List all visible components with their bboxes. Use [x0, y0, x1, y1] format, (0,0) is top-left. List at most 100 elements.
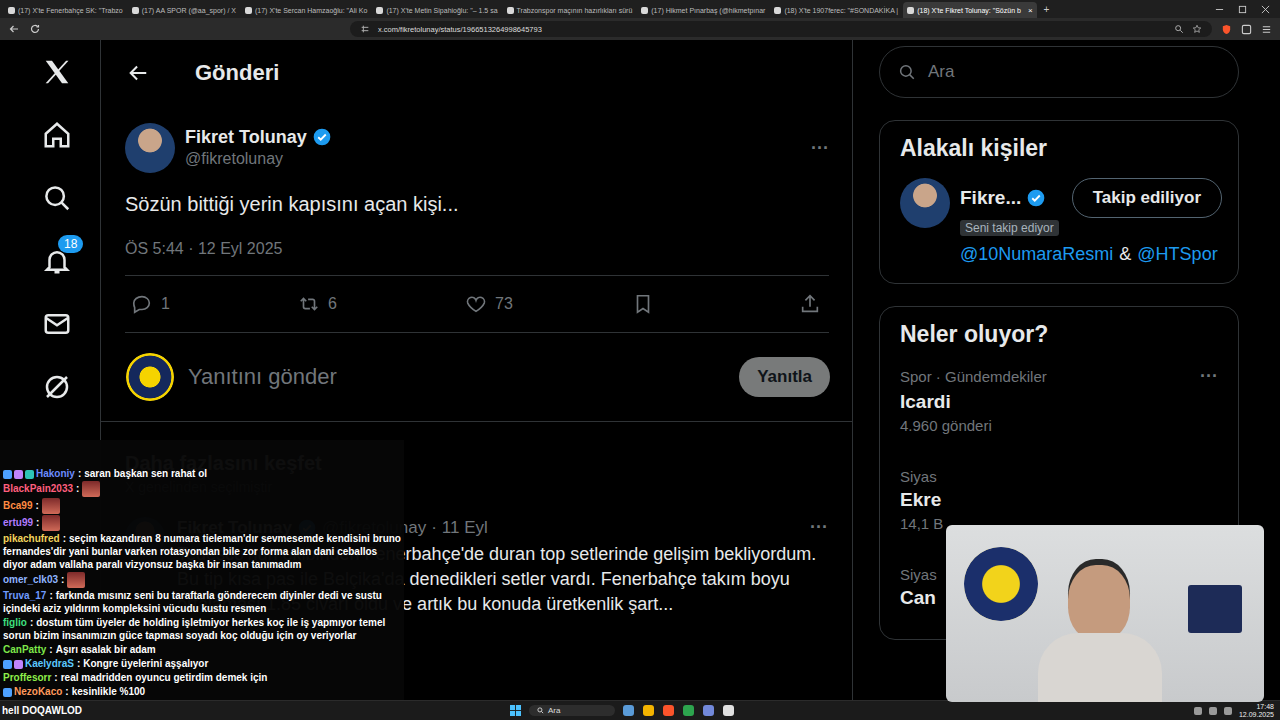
chat-username: ertu99 — [3, 517, 33, 528]
browser-tab[interactable]: Trabzonspor maçının hazırlıkları sürü — [503, 2, 637, 18]
nav-item[interactable] — [29, 103, 85, 166]
emote-icon — [67, 572, 85, 588]
extension-icon[interactable] — [1241, 24, 1252, 35]
browser-tab[interactable]: (17) X'te Fenerbahçe SK: "Trabzo — [4, 2, 127, 18]
close-window-icon[interactable] — [1261, 5, 1270, 14]
browser-tab[interactable]: (17) AA SPOR (@aa_spor) / X — [128, 2, 240, 18]
browser-tab[interactable]: (18) X'te 1907ferec: "#SONDAKİKA | — [770, 2, 902, 18]
trend-item[interactable]: Spor · Gündemdekiler···Icardi4.960 gönde… — [880, 348, 1238, 450]
app-icon[interactable] — [723, 705, 734, 716]
tray-icon[interactable] — [1194, 707, 1202, 715]
nav-item[interactable] — [29, 40, 85, 103]
person-bio: @10NumaraResmi&@HTSpor — [960, 244, 1222, 265]
app-icon[interactable] — [683, 705, 694, 716]
action-button[interactable] — [799, 293, 829, 315]
chat-badge-icon — [25, 470, 34, 479]
app-icon[interactable] — [703, 705, 714, 716]
chat-message: Proffesorr:real madridden oyuncu getirdi… — [3, 671, 401, 684]
shield-icon[interactable] — [1221, 24, 1232, 35]
chat-badge-icon — [3, 470, 12, 479]
author-handle[interactable]: @fikretolunay — [185, 148, 332, 170]
browser-tab[interactable]: (18) X'te Fikret Tolunay: "Sözün b× — [903, 2, 1036, 18]
tab-close-button[interactable]: × — [1028, 6, 1033, 15]
app-icon[interactable] — [643, 705, 654, 716]
reply-icon — [131, 293, 153, 315]
chat-separator: : — [63, 533, 66, 544]
trend-category: Spor · Gündemdekiler — [900, 368, 1047, 385]
person-avatar[interactable] — [900, 178, 950, 228]
bio-segment[interactable]: @HTSpor — [1137, 244, 1217, 265]
bio-segment[interactable]: @10NumaraResmi — [960, 244, 1113, 265]
star-icon[interactable] — [1192, 24, 1202, 34]
app-icon[interactable] — [663, 705, 674, 716]
url-field[interactable]: x.com/fikretolunay/status/19665132649986… — [350, 21, 1212, 37]
chat-username: NezoKaco — [14, 686, 62, 697]
taskbar-apps — [623, 705, 734, 716]
reply-input[interactable]: Yanıtını gönder — [188, 364, 725, 390]
nav-item[interactable] — [29, 292, 85, 355]
back-arrow-icon[interactable] — [127, 62, 149, 84]
grok-icon[interactable] — [42, 372, 72, 402]
follows-you-badge: Seni takip ediyor — [960, 220, 1059, 236]
heart-icon — [465, 293, 487, 315]
post-date[interactable]: 11 Eyl — [442, 518, 488, 538]
screen: (17) X'te Fenerbahçe SK: "Trabzo(17) AA … — [0, 0, 1280, 720]
my-avatar[interactable] — [126, 353, 174, 401]
search-icon — [898, 63, 916, 81]
clock[interactable]: 17:4812.09.2025 — [1239, 703, 1274, 719]
menu-icon[interactable] — [1261, 24, 1272, 35]
x-logo-icon[interactable] — [42, 57, 72, 87]
maximize-icon[interactable] — [1238, 5, 1247, 14]
new-tab-button[interactable]: + — [1038, 2, 1056, 18]
action-button[interactable] — [632, 293, 799, 315]
clock-date: 12.09.2025 — [1239, 711, 1274, 719]
nav-item[interactable] — [29, 355, 85, 418]
search-icon[interactable] — [42, 183, 72, 213]
site-info-icon[interactable] — [360, 24, 370, 34]
browser-tab[interactable]: (17) X'te Sercan Hamzaoğlu: "Ali Ko — [241, 2, 371, 18]
chat-username: KaelydraS — [25, 658, 74, 669]
action-count: 1 — [161, 295, 170, 313]
card-title: Alakalı kişiler — [880, 135, 1238, 162]
app-icon[interactable] — [623, 705, 634, 716]
share-icon — [799, 293, 821, 315]
tray-icon[interactable] — [1209, 707, 1217, 715]
action-button[interactable]: 1 — [131, 293, 298, 315]
taskbar-search[interactable]: Ara — [529, 705, 615, 716]
chat-message: Bca99: — [3, 498, 401, 514]
minimize-icon[interactable] — [1215, 5, 1224, 14]
back-icon[interactable] — [8, 23, 20, 35]
browser-tab[interactable]: (17) Hikmet Pınarbaş (@hikmetpınar — [637, 2, 769, 18]
person-row[interactable]: Fikre... Takip ediliyor Seni takip ediyor @… — [880, 162, 1238, 273]
reload-icon[interactable] — [29, 23, 41, 35]
nav-item[interactable]: 18 — [29, 229, 85, 292]
more-button[interactable]: ··· — [1200, 366, 1218, 387]
tray-icon[interactable] — [1224, 707, 1232, 715]
action-button[interactable]: 6 — [298, 293, 465, 315]
following-button[interactable]: Takip ediliyor — [1072, 178, 1222, 218]
mail-icon[interactable] — [42, 309, 72, 339]
search-placeholder: Ara — [928, 62, 954, 82]
favicon-icon — [376, 7, 383, 14]
zoom-icon[interactable] — [1174, 24, 1184, 34]
browser-tab[interactable]: (17) X'te Metin Sipahioğlu: "– 1.5 sa — [372, 2, 501, 18]
wall-logo — [964, 547, 1038, 621]
reply-button[interactable]: Yanıtla — [739, 357, 830, 397]
chat-separator: : — [49, 644, 52, 655]
search-field[interactable]: Ara — [879, 46, 1239, 98]
home-icon[interactable] — [42, 120, 72, 150]
wall-poster — [1188, 585, 1242, 633]
action-button[interactable]: 73 — [465, 293, 632, 315]
person-name[interactable]: Fikre... — [960, 187, 1021, 209]
post-time[interactable]: ÖS 5:44 · 12 Eyl 2025 — [125, 239, 829, 259]
nav-item[interactable] — [29, 166, 85, 229]
windows-start-icon[interactable] — [510, 705, 521, 716]
chat-username: Truva_17 — [3, 590, 46, 601]
more-button[interactable]: ··· — [810, 517, 828, 538]
clock-time: 17:48 — [1256, 703, 1274, 711]
author-avatar[interactable] — [125, 123, 175, 173]
more-button[interactable]: ··· — [811, 138, 829, 159]
chat-text: dostum tüm üyeler de holding işletmiyor … — [3, 617, 385, 641]
page-title: Gönderi — [195, 60, 279, 86]
author-name[interactable]: Fikret Tolunay — [185, 126, 307, 148]
